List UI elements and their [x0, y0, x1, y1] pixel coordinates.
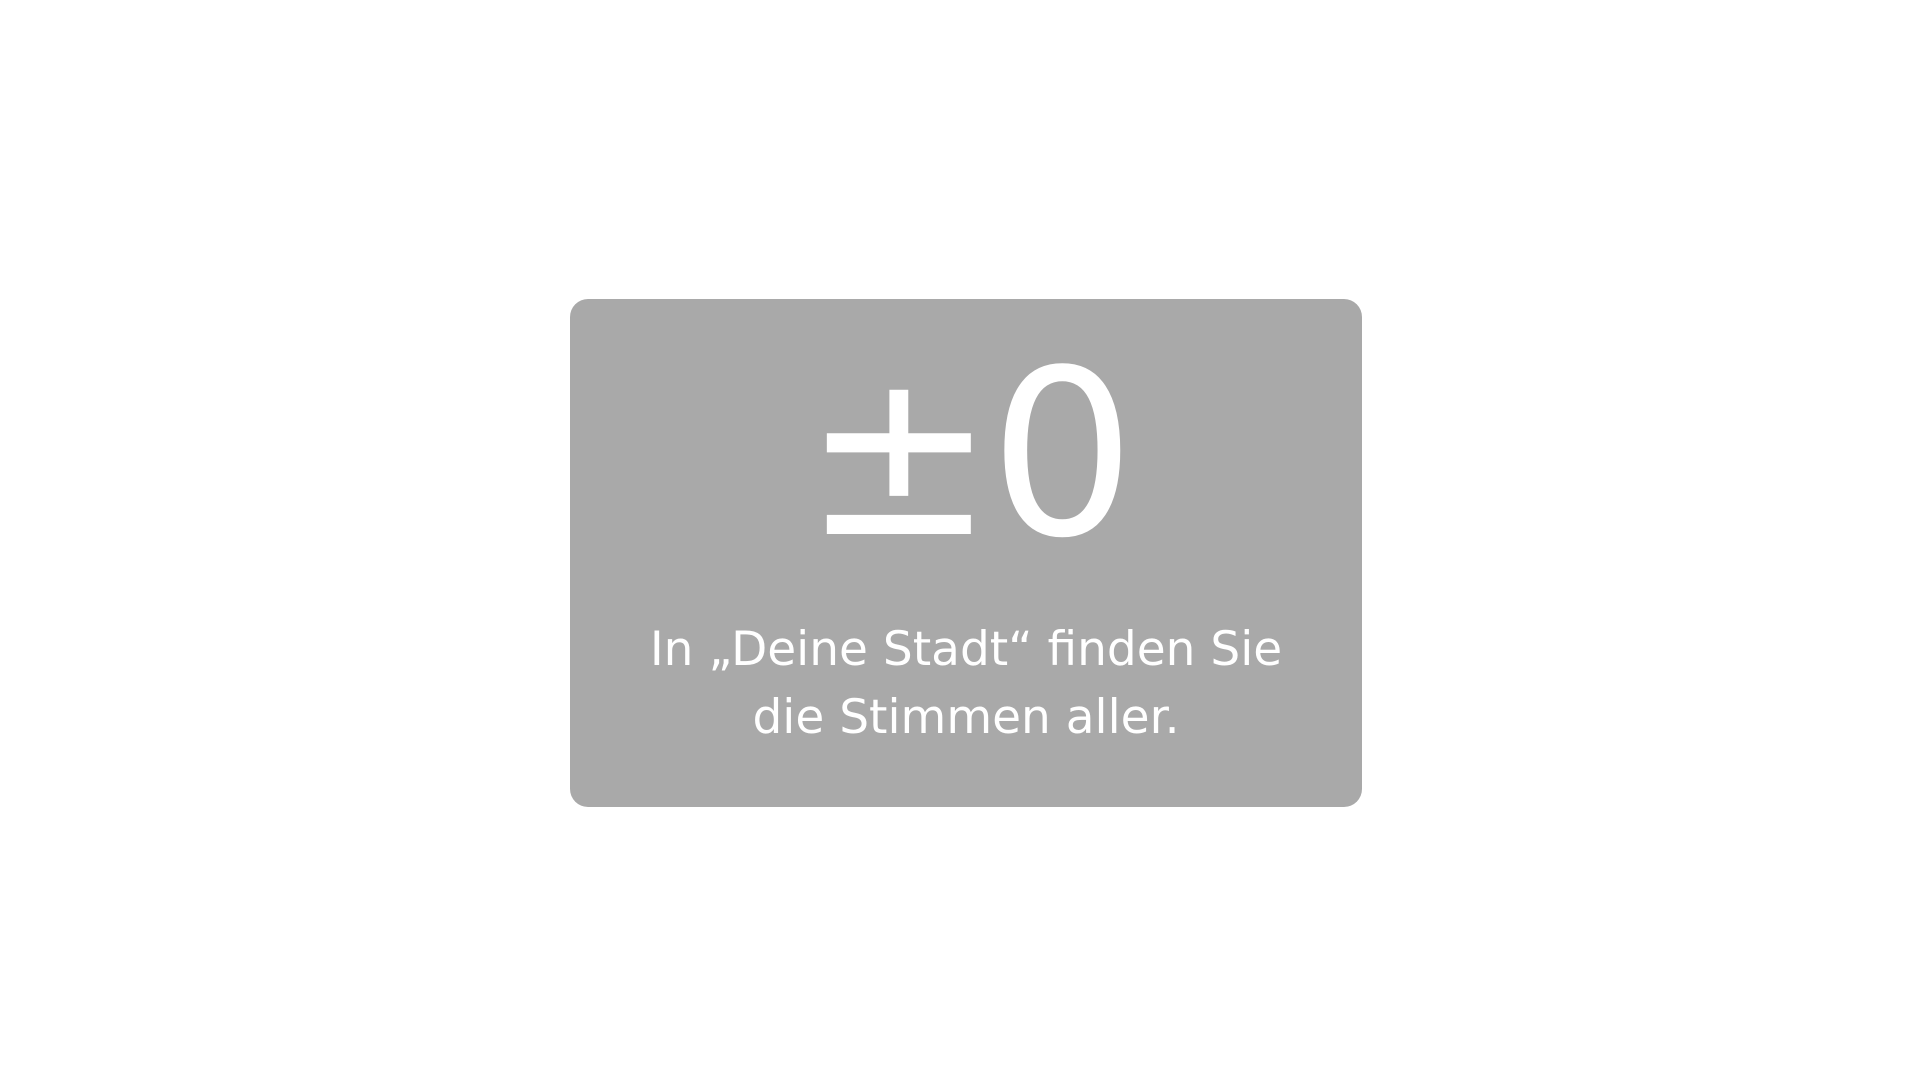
change-value: ±0: [802, 322, 1135, 589]
info-card: ±0 In „Deine Stadt“ finden Sie die Stimm…: [570, 299, 1362, 807]
page: ±0 In „Deine Stadt“ finden Sie die Stimm…: [0, 0, 1920, 1080]
caption-line-1: In „Deine Stadt“ finden Sie: [649, 622, 1283, 677]
caption-line-2: die Stimmen aller.: [752, 690, 1180, 745]
card-caption: In „Deine Stadt“ finden Sie die Stimmen …: [630, 616, 1302, 752]
